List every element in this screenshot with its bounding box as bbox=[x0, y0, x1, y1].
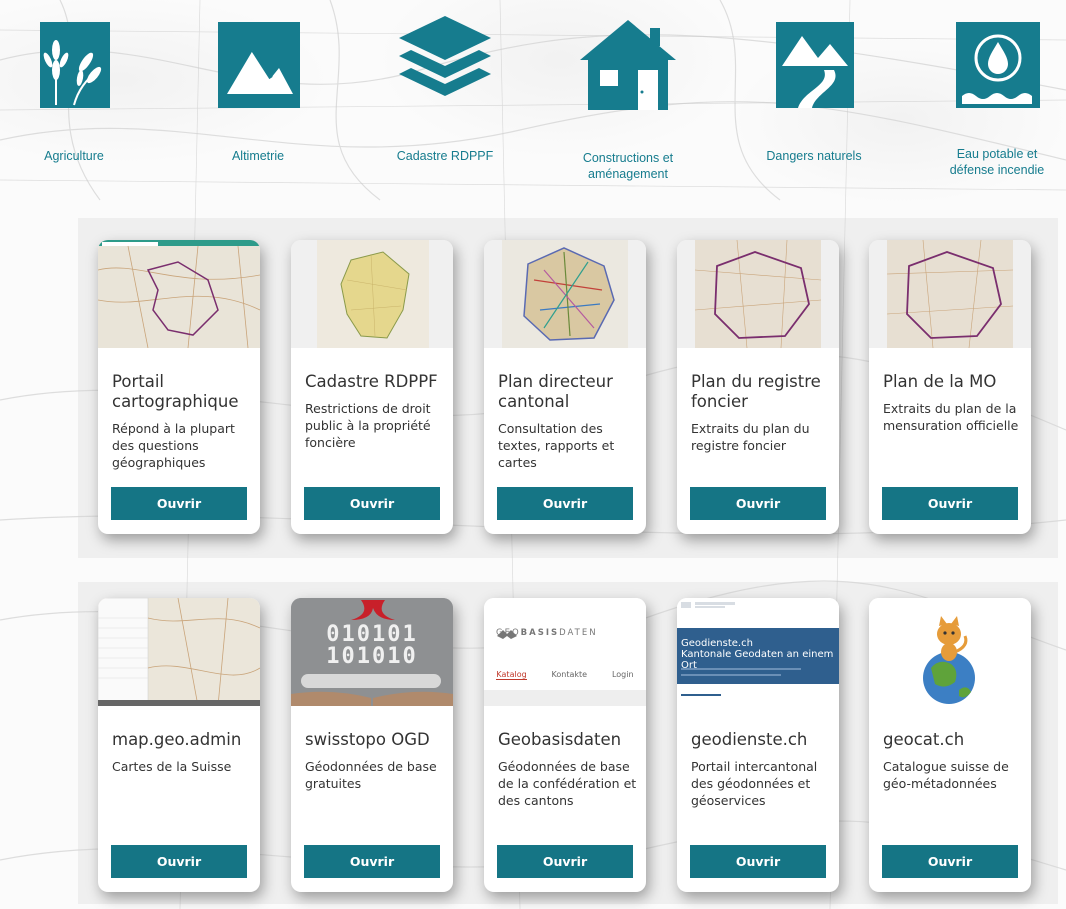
geobasisdaten-logo: GEOBASISDATEN bbox=[496, 628, 598, 639]
card-thumbnail: 010101 101010 bbox=[291, 598, 453, 706]
card-map-geo-admin: map.geo.admin Cartes de la Suisse Ouvrir bbox=[98, 598, 260, 892]
card-thumbnail bbox=[98, 598, 260, 706]
card-title: Plan directeur cantonal bbox=[498, 372, 613, 411]
card-description: Géodonnées de base gratuites bbox=[305, 759, 437, 791]
open-button[interactable]: Ouvrir bbox=[304, 487, 440, 520]
category-label: Constructions et aménagement bbox=[582, 151, 674, 181]
open-button[interactable]: Ouvrir bbox=[497, 845, 633, 878]
category-label: Eau potable et défense incendie bbox=[949, 147, 1045, 177]
wheat-icon bbox=[40, 22, 110, 108]
geobasisdaten-logo-icon bbox=[497, 630, 517, 639]
thumb-tab: Login bbox=[611, 670, 634, 679]
category-dangers[interactable]: Dangers naturels bbox=[752, 20, 876, 164]
thumb-tab: Kontakte bbox=[551, 670, 588, 679]
category-bar: Agriculture Altimetrie Cadastre RDPPF Co… bbox=[0, 8, 1066, 198]
plan-directeur-thumbnail-image bbox=[484, 240, 646, 348]
card-plan-registre-foncier: Plan du registre foncier Extraits du pla… bbox=[677, 240, 839, 534]
thumb-heading: Geodienste.ch bbox=[681, 638, 753, 649]
card-portail-cartographique: Portail cartographique Répond à la plupa… bbox=[98, 240, 260, 534]
card-title: Cadastre RDPPF bbox=[305, 372, 438, 391]
map-thumbnail-image bbox=[98, 240, 260, 348]
card-description: Géodonnées de base de la confédération e… bbox=[498, 759, 637, 808]
brand-part: DATEN bbox=[559, 628, 598, 638]
card-thumbnail bbox=[484, 240, 646, 348]
card-swisstopo-ogd: 010101 101010 swisstopo OGD Géodonnées d… bbox=[291, 598, 453, 892]
category-eau-potable[interactable]: Eau potable et défense incendie bbox=[937, 20, 1057, 178]
thumb-tab: Katalog bbox=[496, 670, 527, 680]
mountain-road-icon bbox=[776, 22, 854, 108]
category-label: Dangers naturels bbox=[766, 149, 862, 163]
card-geocat: geocat.ch Catalogue suisse de géo-métado… bbox=[869, 598, 1031, 892]
category-agriculture[interactable]: Agriculture bbox=[26, 20, 122, 164]
map-geo-admin-thumbnail-image bbox=[98, 598, 260, 706]
thumb-header: Geodienste.ch Kantonale Geodaten an eine… bbox=[681, 638, 839, 671]
open-button[interactable]: Ouvrir bbox=[882, 845, 1018, 878]
card-description: Répond à la plupart des questions géogra… bbox=[112, 421, 235, 470]
category-constructions[interactable]: Constructions et aménagement bbox=[568, 18, 688, 182]
thumb-footer bbox=[484, 690, 646, 706]
card-thumbnail: GEOBASISDATEN Katalog Kontakte Login bbox=[484, 598, 646, 706]
category-label: Agriculture bbox=[44, 149, 104, 163]
card-title: Geobasisdaten bbox=[498, 730, 622, 749]
thumb-binary-line: 010101 bbox=[326, 622, 418, 647]
card-title: map.geo.admin bbox=[112, 730, 242, 749]
card-plan-directeur: Plan directeur cantonal Consultation des… bbox=[484, 240, 646, 534]
mountain-icon bbox=[218, 22, 300, 108]
cadastre-thumbnail-image bbox=[291, 240, 453, 348]
card-description: Catalogue suisse de géo-métadonnées bbox=[883, 759, 1009, 791]
card-title: Portail cartographique bbox=[112, 372, 239, 411]
category-altimetrie[interactable]: Altimetrie bbox=[208, 20, 308, 164]
card-thumbnail bbox=[677, 240, 839, 348]
card-plan-mo: Plan de la MO Extraits du plan de la men… bbox=[869, 240, 1031, 534]
thumb-binary-line: 101010 bbox=[326, 644, 418, 669]
category-cadastre[interactable]: Cadastre RDPPF bbox=[385, 12, 505, 164]
card-description: Portail intercantonal des géodonnées et … bbox=[691, 759, 818, 808]
brand-part: BASIS bbox=[520, 628, 560, 638]
category-label: Cadastre RDPPF bbox=[396, 149, 494, 163]
open-button[interactable]: Ouvrir bbox=[111, 487, 247, 520]
open-button[interactable]: Ouvrir bbox=[882, 487, 1018, 520]
card-thumbnail: Geodienste.ch Kantonale Geodaten an eine… bbox=[677, 598, 839, 706]
geocat-cat-globe-icon bbox=[869, 598, 1031, 706]
thumb-subheading: Kantonale Geodaten an einem Ort bbox=[681, 649, 834, 671]
card-description: Cartes de la Suisse bbox=[112, 759, 232, 774]
card-title: Plan du registre foncier bbox=[691, 372, 821, 411]
card-thumbnail bbox=[98, 240, 260, 348]
card-title: geodienste.ch bbox=[691, 730, 808, 749]
card-cadastre-rdppf: Cadastre RDPPF Restrictions de droit pub… bbox=[291, 240, 453, 534]
card-title: swisstopo OGD bbox=[305, 730, 430, 749]
card-geodienste: Geodienste.ch Kantonale Geodaten an eine… bbox=[677, 598, 839, 892]
open-button[interactable]: Ouvrir bbox=[111, 845, 247, 878]
card-description: Restrictions de droit public à la propri… bbox=[305, 401, 431, 450]
open-button[interactable]: Ouvrir bbox=[497, 487, 633, 520]
water-drop-icon bbox=[956, 22, 1040, 108]
card-geobasisdaten: GEOBASISDATEN Katalog Kontakte Login Geo… bbox=[484, 598, 646, 892]
card-description: Consultation des textes, rapports et car… bbox=[498, 421, 615, 470]
open-button[interactable]: Ouvrir bbox=[690, 487, 826, 520]
card-thumbnail bbox=[869, 240, 1031, 348]
card-title: Plan de la MO bbox=[883, 372, 997, 391]
open-button[interactable]: Ouvrir bbox=[690, 845, 826, 878]
plan-mo-thumbnail-image bbox=[869, 240, 1031, 348]
category-label: Altimetrie bbox=[231, 149, 285, 163]
house-icon bbox=[580, 20, 676, 110]
open-button[interactable]: Ouvrir bbox=[304, 845, 440, 878]
geobasisdaten-tabs: Katalog Kontakte Login bbox=[484, 670, 646, 680]
card-title: geocat.ch bbox=[883, 730, 965, 749]
card-description: Extraits du plan du registre foncier bbox=[691, 421, 810, 453]
card-description: Extraits du plan de la mensuration offic… bbox=[883, 401, 1019, 433]
layers-icon bbox=[399, 16, 491, 96]
registre-foncier-thumbnail-image bbox=[677, 240, 839, 348]
card-thumbnail bbox=[869, 598, 1031, 706]
card-thumbnail bbox=[291, 240, 453, 348]
